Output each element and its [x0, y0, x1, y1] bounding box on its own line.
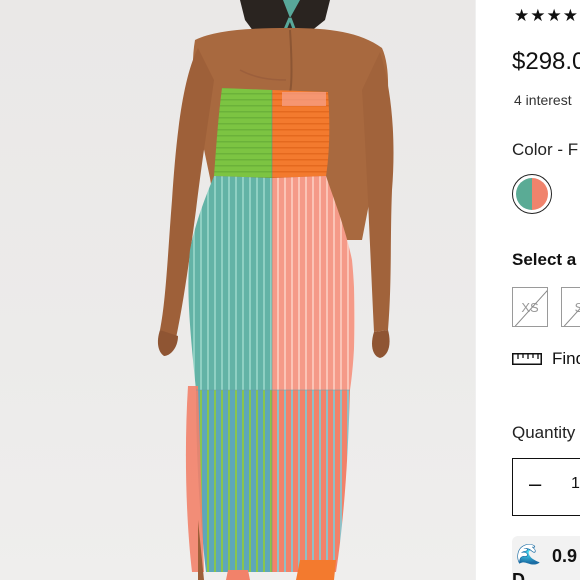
fit-finder-link[interactable]: Find — [512, 349, 580, 369]
quantity-label: Quantity — [512, 423, 576, 442]
color-label: Color - F — [512, 140, 579, 159]
interest-count[interactable]: 4 interest — [514, 92, 572, 108]
quantity-stepper[interactable]: – 1 — [512, 458, 580, 516]
quantity-value[interactable]: 1 — [571, 475, 580, 493]
color-swatch[interactable] — [512, 174, 552, 214]
quantity-decrease-button[interactable]: – — [529, 471, 541, 497]
badge-sub: D — [512, 570, 525, 580]
size-option-s[interactable]: S — [561, 287, 580, 327]
product-details-panel: ★★★★★ $298.0 4 interest Color - F Select… — [476, 0, 580, 580]
size-option-xs[interactable]: XS — [512, 287, 548, 327]
product-photo[interactable] — [0, 0, 475, 580]
fit-finder-label: Find — [552, 349, 580, 368]
unavailable-strike — [514, 288, 547, 326]
color-swatch-fill — [516, 178, 548, 210]
product-price: $298.0 — [512, 48, 580, 75]
info-badge[interactable]: 🌊 0.9 D — [512, 536, 580, 580]
rating-stars[interactable]: ★★★★★ — [514, 6, 580, 26]
wave-icon: 🌊 — [516, 544, 541, 566]
ruler-icon — [512, 353, 542, 365]
size-label: Select a — [512, 250, 577, 269]
dress-model-image — [157, 0, 394, 580]
badge-value: 0.9 — [552, 546, 578, 566]
